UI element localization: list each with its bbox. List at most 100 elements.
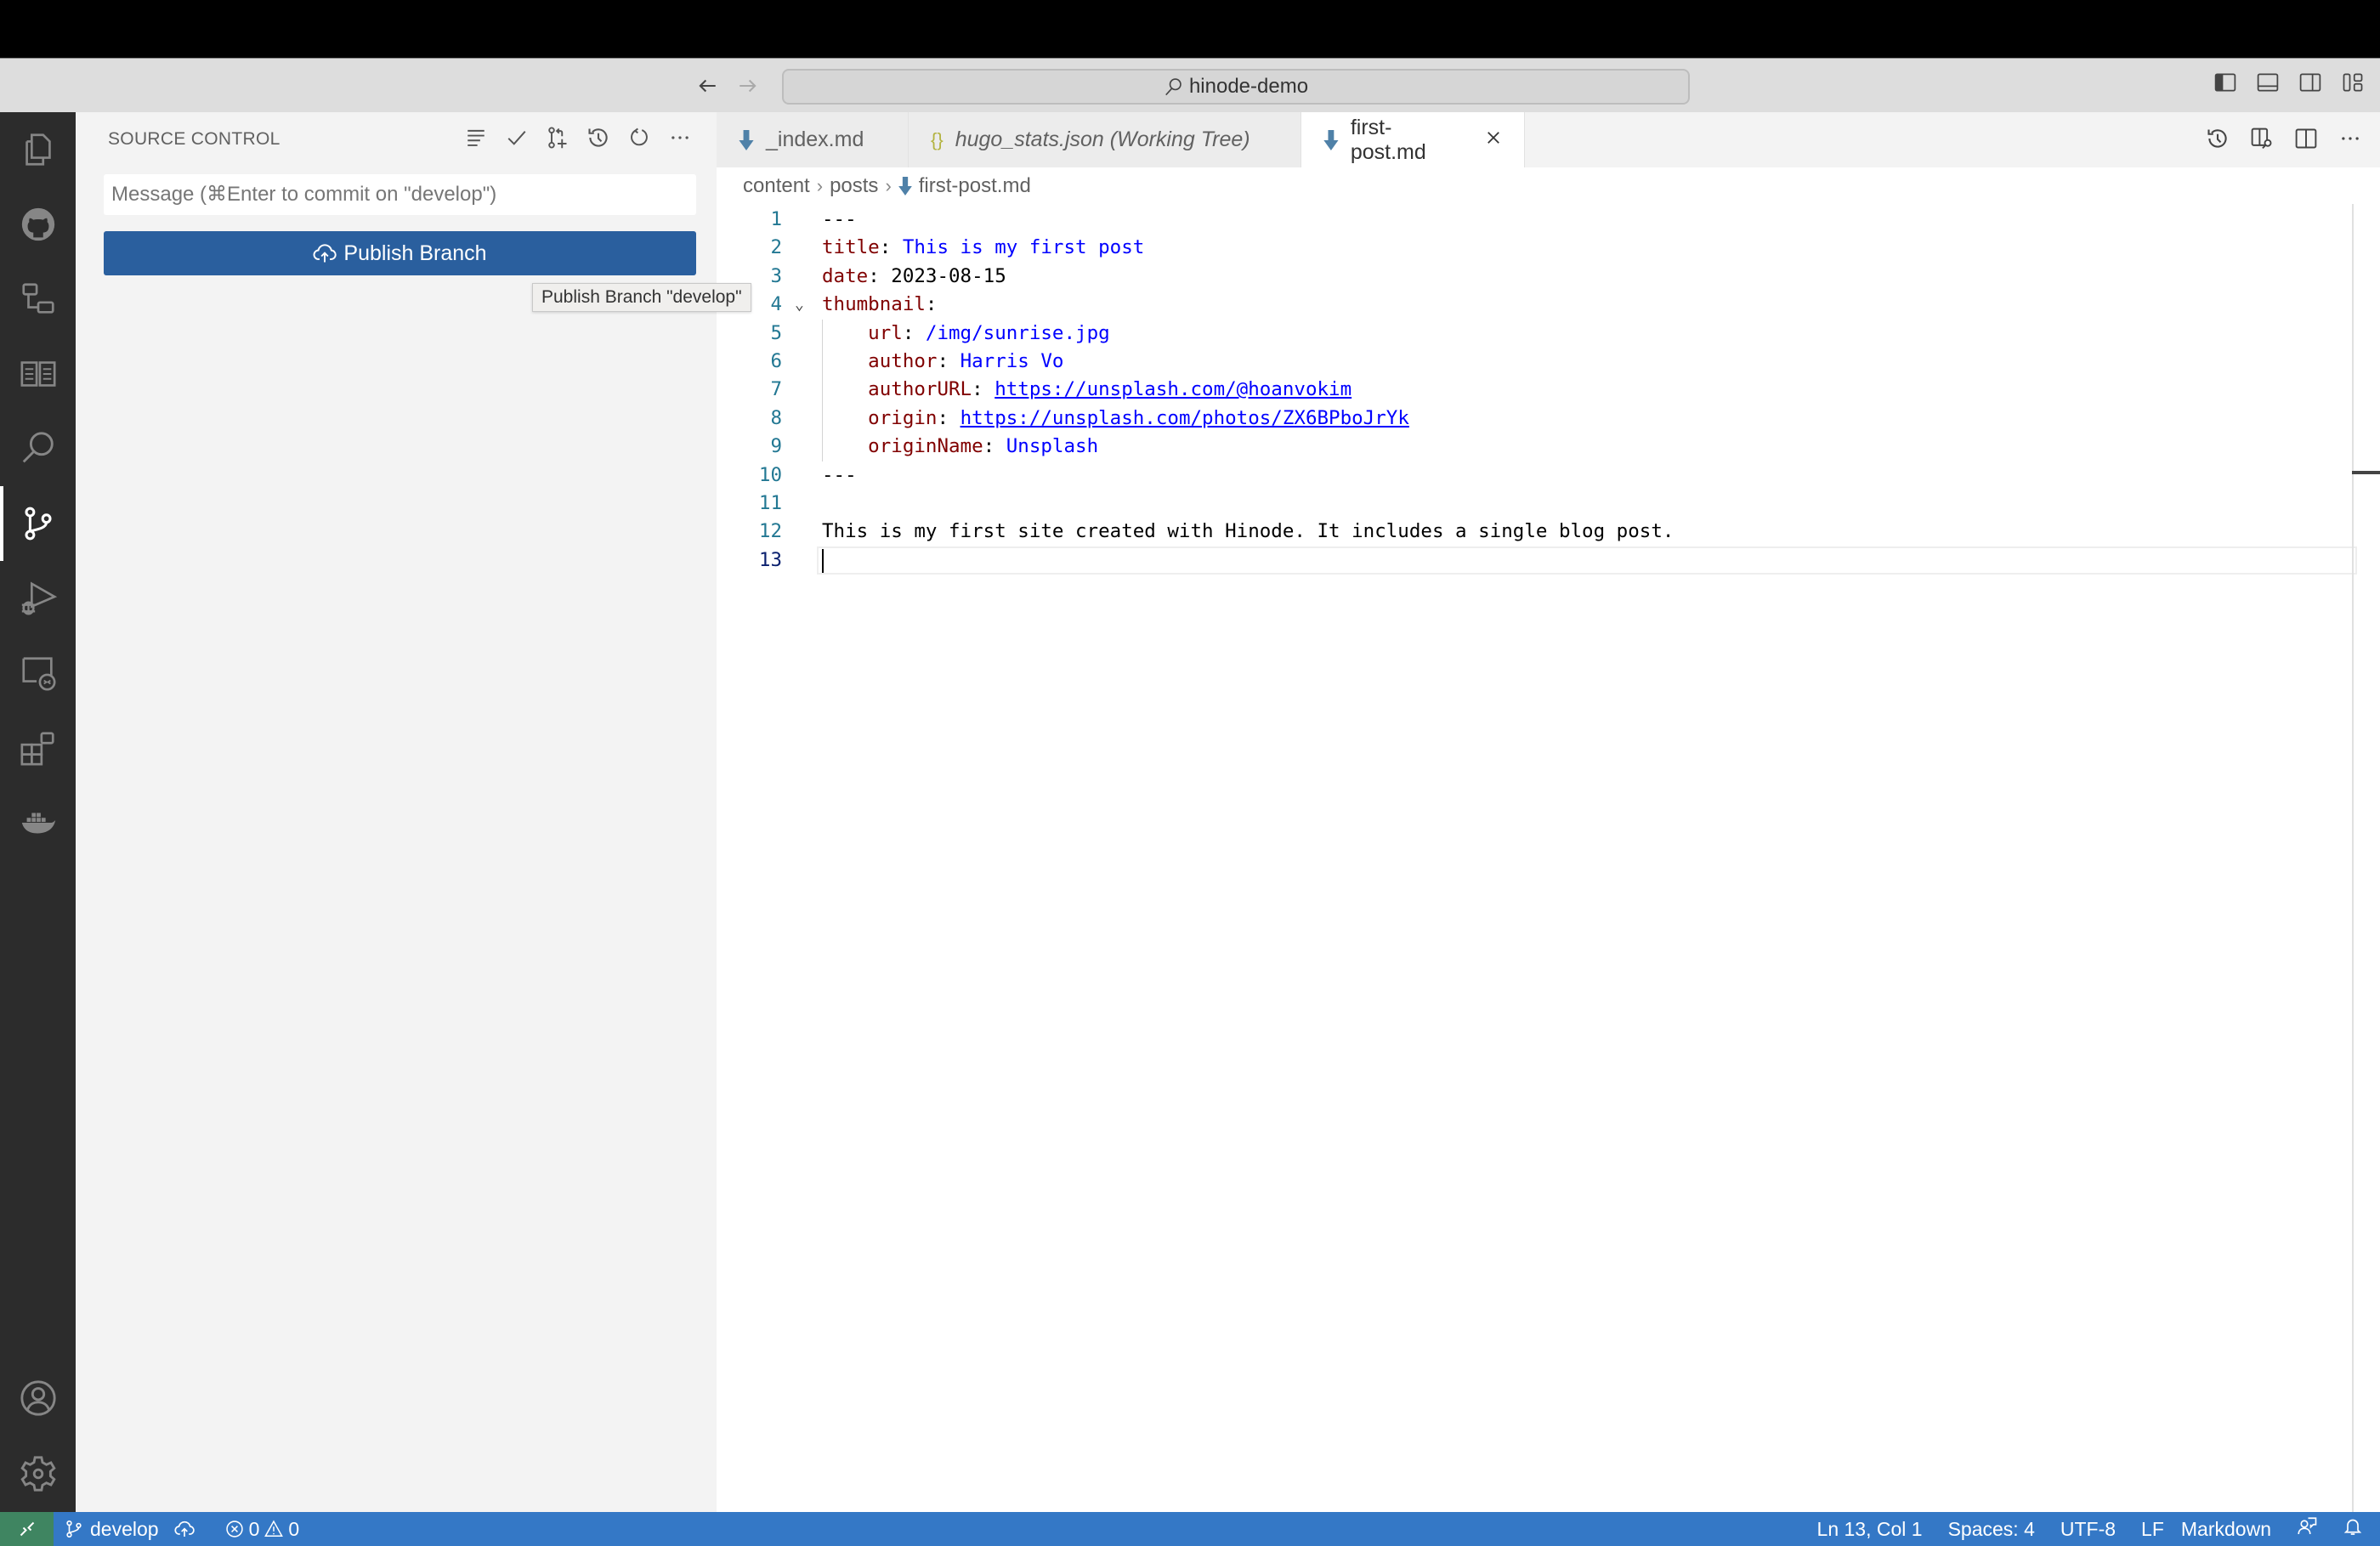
activity-search[interactable]	[0, 411, 76, 486]
history-icon	[588, 128, 608, 147]
line-text: url: /img/sunrise.jpg	[822, 320, 1110, 348]
more-actions-button[interactable]	[666, 124, 694, 151]
text-token: :	[902, 321, 926, 344]
arrow-left-icon	[699, 79, 716, 93]
account-icon	[20, 1380, 56, 1416]
scrollbar-track[interactable]	[2352, 204, 2354, 1513]
breadcrumb-item[interactable]: posts	[830, 174, 878, 198]
tab-label: _index.md	[766, 127, 864, 151]
code-line[interactable]: 1 ---	[717, 206, 2357, 234]
tab-index-md[interactable]: _index.md	[717, 112, 909, 167]
fold-chevron-icon[interactable]: ⌄	[795, 291, 804, 319]
toggle-primary-sidebar-icon[interactable]	[2213, 71, 2237, 94]
remote-explorer-icon	[21, 283, 54, 314]
encoding[interactable]: UTF-8	[2060, 1518, 2116, 1541]
code-line[interactable]: 6 author: Harris Vo	[717, 347, 2357, 377]
activity-run-debug[interactable]	[0, 561, 76, 636]
code-line[interactable]: 8 origin: https://unsplash.com/photos/ZX…	[717, 404, 2357, 433]
line-number: 7	[770, 378, 782, 401]
toggle-secondary-sidebar-icon[interactable]	[2298, 71, 2322, 94]
yaml-key: thumbnail	[822, 293, 926, 316]
yaml-value: This is my first post	[902, 236, 1145, 259]
line-text: author: Harris Vo	[822, 348, 1063, 376]
code-line[interactable]: 12 This is my first site created with Hin…	[717, 518, 2357, 546]
line-text: origin: https://unsplash.com/photos/ZX6B…	[822, 405, 1409, 433]
code-line[interactable]: 5 url: /img/sunrise.jpg	[717, 319, 2357, 348]
ellipsis-icon	[2342, 137, 2359, 140]
activity-documentation[interactable]	[0, 337, 76, 411]
breadcrumb-item[interactable]: content	[743, 174, 810, 198]
code-line[interactable]: 3 date: 2023-08-15	[717, 263, 2357, 291]
text-token: :	[937, 349, 960, 372]
split-editor-button[interactable]	[2293, 126, 2319, 151]
language-mode[interactable]: Markdown	[2181, 1518, 2271, 1541]
code-line[interactable]: 11	[717, 490, 2357, 518]
code-line[interactable]: 4 ⌄ thumbnail:	[717, 291, 2357, 319]
activity-extensions[interactable]	[0, 711, 76, 785]
code-line[interactable]: 13	[717, 546, 2357, 575]
yaml-key: origin	[822, 406, 938, 429]
activity-docker[interactable]	[0, 785, 76, 860]
markdown-icon	[898, 177, 912, 195]
activity-explorer[interactable]	[0, 112, 76, 187]
activity-remote-explorer[interactable]	[0, 262, 76, 337]
open-preview-button[interactable]	[2249, 126, 2275, 151]
code-area[interactable]: 1 --- 2 title: This is my first post 3 date: …	[717, 206, 2357, 575]
cloud-upload-icon[interactable]	[174, 1519, 195, 1539]
line-text: originName: Unsplash	[822, 433, 1098, 461]
tab-first-post-md[interactable]: first-post.md	[1301, 112, 1525, 167]
notifications-button[interactable]	[2343, 1516, 2363, 1542]
error-icon	[225, 1521, 243, 1538]
command-center[interactable]: hinode-demo	[782, 69, 1690, 105]
run-debug-icon	[21, 581, 57, 615]
url-link[interactable]: https://unsplash.com/photos/ZX6BPboJrYk	[960, 407, 1409, 429]
title-bar: hinode-demo	[0, 58, 2380, 112]
code-line[interactable]: 10 ---	[717, 462, 2357, 490]
yaml-value: Harris Vo	[960, 349, 1064, 372]
url-link[interactable]: https://unsplash.com/@hoanvokim	[994, 378, 1352, 400]
end-of-line[interactable]: LF	[2141, 1518, 2164, 1541]
breadcrumb-item[interactable]: first-post.md	[919, 174, 1031, 198]
source-control-panel: SOURCE CONTROL Publish Branch	[76, 112, 717, 1512]
create-pull-request-button[interactable]	[544, 124, 571, 151]
yaml-key: url	[822, 321, 903, 344]
activity-remote-desktop[interactable]	[0, 636, 76, 711]
close-tab-button[interactable]	[1485, 128, 1502, 152]
refresh-button[interactable]	[626, 124, 653, 151]
history-button[interactable]	[585, 124, 612, 151]
arrow-right-icon	[740, 79, 756, 93]
code-line[interactable]: 7 authorURL: https://unsplash.com/@hoanv…	[717, 376, 2357, 405]
cursor-position[interactable]: Ln 13, Col 1	[1817, 1518, 1923, 1541]
activity-github[interactable]	[0, 187, 76, 262]
feedback-button[interactable]	[2297, 1516, 2317, 1542]
markdown-icon	[1323, 129, 1339, 150]
editor[interactable]: content › posts › first-post.md 1 --- 2 tit…	[717, 167, 2380, 1513]
yaml-key: date	[822, 264, 869, 287]
yaml-value: /img/sunrise.jpg	[925, 321, 1110, 344]
bell-icon	[2343, 1519, 2362, 1535]
line-number: 11	[758, 491, 782, 514]
customize-layout-icon[interactable]	[2341, 71, 2365, 94]
tab-hugo-stats-json[interactable]: {} hugo_stats.json (Working Tree)	[909, 112, 1301, 167]
activity-source-control[interactable]	[0, 486, 76, 561]
back-button[interactable]	[692, 71, 722, 101]
tab-label: hugo_stats.json (Working Tree)	[955, 127, 1250, 151]
files-icon	[25, 133, 51, 166]
forward-button[interactable]	[733, 71, 763, 101]
timeline-button[interactable]	[2205, 126, 2230, 151]
code-line[interactable]: 9 originName: Unsplash	[717, 433, 2357, 462]
publish-branch-button[interactable]: Publish Branch	[104, 231, 696, 275]
problems-button[interactable]: 0 0	[225, 1518, 299, 1541]
editor-more-actions-button[interactable]	[2338, 126, 2363, 151]
view-as-tree-button[interactable]	[462, 124, 490, 151]
code-line[interactable]: 2 title: This is my first post	[717, 234, 2357, 262]
commit-message-input[interactable]	[104, 174, 696, 215]
commit-button[interactable]	[503, 124, 530, 151]
indentation[interactable]: Spaces: 4	[1948, 1518, 2035, 1541]
activity-accounts[interactable]	[0, 1361, 76, 1436]
branch-name[interactable]: develop	[90, 1518, 159, 1541]
activity-manage[interactable]	[0, 1436, 76, 1511]
toggle-panel-icon[interactable]	[2256, 71, 2280, 94]
line-number: 8	[770, 406, 782, 429]
remote-indicator[interactable]	[0, 1512, 54, 1546]
